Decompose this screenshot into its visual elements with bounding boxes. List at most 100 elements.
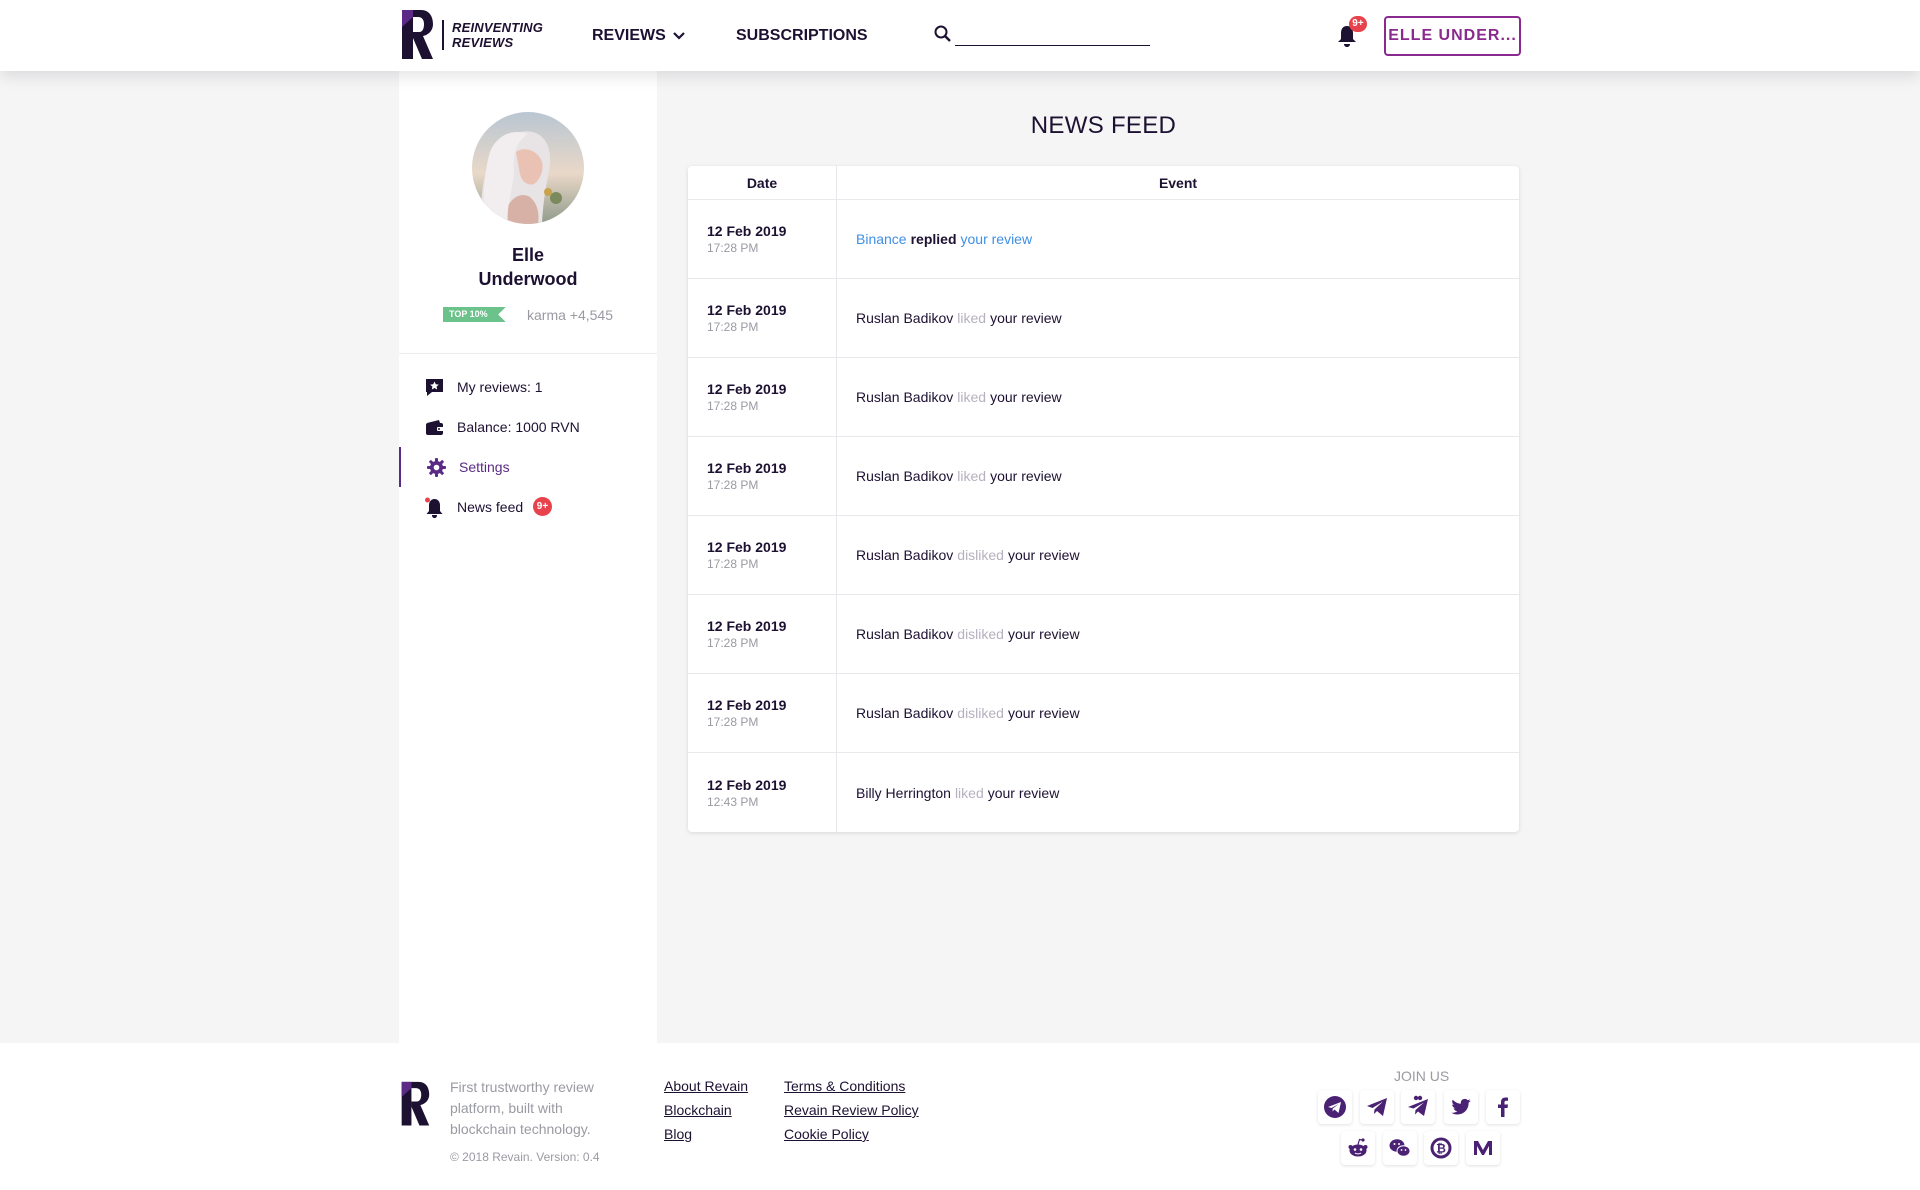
footer-link-cookie-policy[interactable]: Cookie Policy: [784, 1126, 869, 1142]
table-header: Date Event: [688, 166, 1519, 200]
sidebar-item-settings[interactable]: Settings: [399, 447, 657, 487]
nav-subscriptions-link[interactable]: SUBSCRIPTIONS: [736, 27, 868, 45]
footer-link-blog[interactable]: Blog: [664, 1126, 692, 1142]
event-target-link[interactable]: your review: [990, 310, 1062, 326]
event-verb: disliked: [957, 626, 1004, 642]
revain-logo[interactable]: [399, 7, 435, 65]
tagline-line-2: REVIEWS: [452, 35, 514, 50]
event-target-link[interactable]: your review: [988, 785, 1060, 801]
telegram-chat-link[interactable]: [1401, 1090, 1435, 1124]
event-actor-link[interactable]: Ruslan Badikov: [856, 468, 953, 484]
event-actor-link[interactable]: Ruslan Badikov: [856, 547, 953, 563]
footer-link-terms[interactable]: Terms & Conditions: [784, 1078, 905, 1094]
event-target-link[interactable]: your review: [990, 468, 1062, 484]
footer-link-blockchain[interactable]: Blockchain: [664, 1102, 732, 1118]
table-row: 12 Feb 2019 17:28 PM Binance replied you…: [688, 200, 1519, 279]
karma-score: karma +4,545: [527, 307, 613, 323]
wallet-icon: [426, 420, 444, 435]
table-row: 12 Feb 2019 17:28 PM Ruslan Badikov like…: [688, 437, 1519, 516]
event-actor-link[interactable]: Ruslan Badikov: [856, 389, 953, 405]
row-date: 12 Feb 2019: [707, 302, 787, 318]
avatar[interactable]: [472, 112, 584, 224]
logo-divider: [442, 20, 444, 50]
event-verb: liked: [954, 784, 984, 801]
row-date-cell: 12 Feb 2019 17:28 PM: [688, 674, 837, 752]
row-time: 17:28 PM: [707, 557, 759, 571]
row-event-cell: Ruslan Badikov disliked your review: [837, 595, 1519, 673]
news-feed-count-badge: 9+: [533, 497, 552, 516]
event-actor-link[interactable]: Ruslan Badikov: [856, 626, 953, 642]
row-date: 12 Feb 2019: [707, 618, 787, 634]
page-footer: First trustworthy review platform, built…: [0, 1043, 1920, 1190]
star-chat-icon: [426, 379, 443, 396]
row-event-cell: Billy Herrington liked your review: [837, 753, 1519, 832]
user-menu-button[interactable]: ELLE UNDER...: [1384, 16, 1521, 56]
bitcointalk-link[interactable]: ₿: [1424, 1131, 1458, 1165]
tagline: REINVENTING REVIEWS: [452, 20, 543, 50]
table-row: 12 Feb 2019 12:43 PM Billy Herrington li…: [688, 753, 1519, 832]
event-target-link[interactable]: your review: [1008, 705, 1080, 721]
row-date: 12 Feb 2019: [707, 539, 787, 555]
row-time: 12:43 PM: [707, 794, 759, 809]
nav-reviews-label: REVIEWS: [592, 27, 666, 44]
table-row: 12 Feb 2019 17:28 PM Ruslan Badikov like…: [688, 358, 1519, 437]
telegram-chat-icon: [1408, 1095, 1428, 1116]
sidebar-item-label: News feed: [457, 499, 524, 515]
user-first-name: Elle: [511, 245, 545, 265]
search-input[interactable]: [955, 24, 1150, 46]
event-target-link[interactable]: your review: [1008, 626, 1080, 642]
svg-text:₿: ₿: [1436, 1142, 1446, 1156]
wechat-icon: [1389, 1139, 1411, 1157]
revain-footer-logo[interactable]: [399, 1079, 431, 1131]
search-icon[interactable]: [934, 25, 952, 43]
row-date-cell: 12 Feb 2019 17:28 PM: [688, 595, 837, 673]
footer-link-review-policy[interactable]: Revain Review Policy: [784, 1102, 919, 1118]
reddit-link[interactable]: [1341, 1131, 1375, 1165]
event-verb: liked: [957, 310, 987, 326]
row-date: 12 Feb 2019: [707, 776, 787, 793]
sidebar-item-label: My reviews: 1: [457, 379, 543, 395]
row-date: 12 Feb 2019: [707, 460, 787, 476]
row-event-cell: Ruslan Badikov liked your review: [837, 358, 1519, 436]
telegram-link[interactable]: [1360, 1090, 1394, 1124]
row-event-cell: Ruslan Badikov liked your review: [837, 279, 1519, 357]
reddit-icon: [1348, 1138, 1368, 1157]
footer-description: First trustworthy review platform, built…: [450, 1079, 594, 1137]
event-actor-link[interactable]: Billy Herrington: [856, 785, 951, 801]
row-time: 17:28 PM: [707, 320, 759, 334]
wechat-link[interactable]: [1383, 1131, 1417, 1165]
row-date: 12 Feb 2019: [707, 697, 787, 713]
row-date-cell: 12 Feb 2019 17:28 PM: [688, 200, 837, 278]
column-header-date: Date: [688, 166, 837, 199]
event-actor-link[interactable]: Ruslan Badikov: [856, 705, 953, 721]
event-target-link[interactable]: your review: [990, 389, 1062, 405]
nav-reviews-dropdown[interactable]: REVIEWS: [592, 27, 686, 45]
facebook-link[interactable]: [1486, 1090, 1520, 1124]
sidebar-divider: [399, 353, 657, 354]
event-actor-link[interactable]: Ruslan Badikov: [856, 310, 953, 326]
sidebar-item-news-feed[interactable]: News feed 9+: [399, 487, 657, 527]
event-target-link[interactable]: your review: [1008, 547, 1080, 563]
profile-sidebar: Elle Underwood TOP 10% karma +4,545 My r…: [399, 71, 657, 1043]
medium-link[interactable]: [1466, 1131, 1500, 1165]
sidebar-item-balance[interactable]: Balance: 1000 RVN: [399, 407, 657, 447]
notification-count-badge: 9+: [1349, 16, 1367, 32]
sidebar-item-my-reviews[interactable]: My reviews: 1: [399, 367, 657, 407]
table-row: 12 Feb 2019 17:28 PM Ruslan Badikov disl…: [688, 674, 1519, 753]
row-time: 17:28 PM: [707, 715, 759, 729]
telegram-circle-link[interactable]: [1318, 1090, 1352, 1124]
event-actor-link[interactable]: Binance: [856, 231, 907, 247]
bell-icon: [425, 497, 443, 518]
top-header: REINVENTING REVIEWS REVIEWS SUBSCRIPTION…: [0, 0, 1920, 71]
row-date: 12 Feb 2019: [707, 381, 787, 397]
twitter-link[interactable]: [1444, 1090, 1478, 1124]
row-time: 17:28 PM: [707, 478, 759, 492]
row-time: 17:28 PM: [707, 241, 759, 255]
footer-copyright: © 2018 Revain. Version: 0.4: [450, 1150, 600, 1164]
join-us-label: JOIN US: [1394, 1068, 1450, 1084]
footer-link-about[interactable]: About Revain: [664, 1078, 748, 1094]
event-target-link[interactable]: your review: [961, 231, 1033, 247]
row-date-cell: 12 Feb 2019 17:28 PM: [688, 516, 837, 594]
twitter-icon: [1451, 1098, 1471, 1115]
telegram-circle-icon: [1324, 1096, 1346, 1118]
